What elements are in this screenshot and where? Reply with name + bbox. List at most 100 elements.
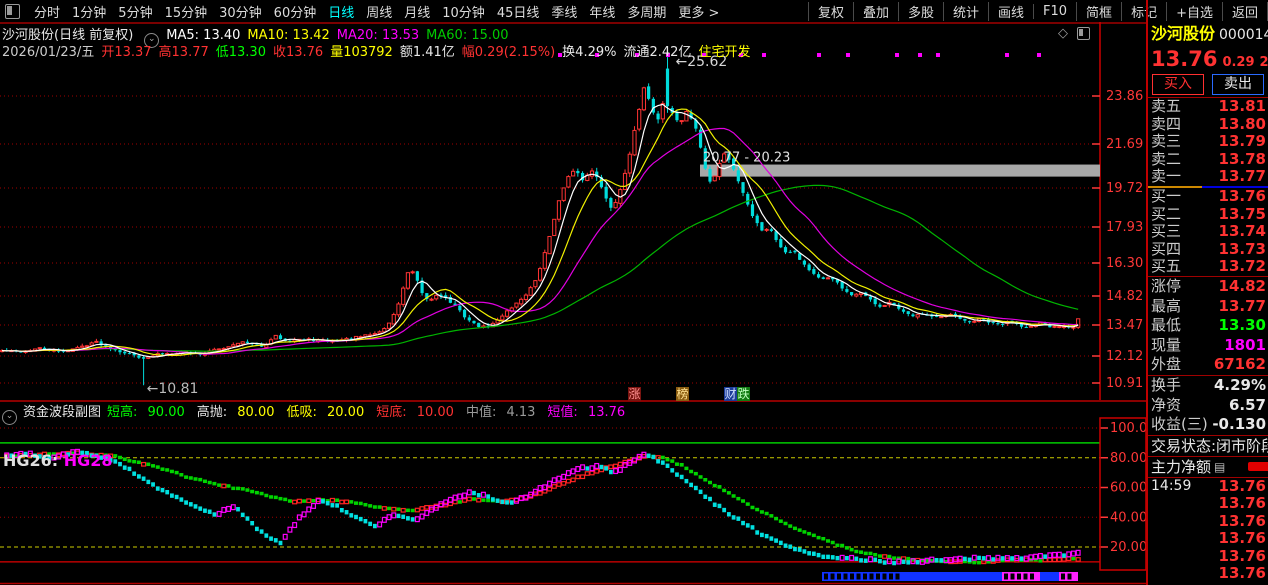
split-view-icon[interactable] [1077, 27, 1090, 40]
toolbar-item[interactable]: +自选 [1166, 2, 1222, 21]
ohlc-segment: 换4.29% [562, 45, 616, 60]
period-tab[interactable]: 10分钟 [436, 2, 491, 21]
svg-text:40.00: 40.00 [1110, 510, 1147, 525]
quote-row[interactable]: 卖五13.81 [1148, 98, 1268, 116]
period-tab[interactable]: 月线 [398, 2, 436, 21]
toolbar-item[interactable]: 简框 [1076, 2, 1121, 21]
list-icon[interactable]: ▤ [1214, 457, 1225, 477]
sub-param: 低吸: 20.00 [286, 405, 370, 420]
chart-corner-icons: ◇ [1058, 26, 1090, 41]
period-tab[interactable]: 多周期 [621, 2, 672, 21]
toolbar-item[interactable]: F10 [1033, 4, 1076, 19]
toolbar-item[interactable]: 统计 [943, 2, 988, 21]
sub-chart-header: ⌄资金波段副图短高: 90.00高抛: 80.00低吸: 20.00短底: 10… [2, 401, 643, 417]
period-tab[interactable]: 60分钟 [268, 2, 323, 21]
window-layout-icon[interactable] [5, 4, 20, 19]
toolbar-item[interactable]: 标记 [1121, 2, 1166, 21]
chart-badge[interactable]: 涨 [628, 387, 641, 401]
main-candlestick-chart[interactable]: 23.8621.6919.7217.9316.3014.8213.4712.12… [0, 22, 1148, 402]
svg-text:13.47: 13.47 [1106, 318, 1143, 333]
svg-text:12.12: 12.12 [1106, 349, 1143, 364]
period-tab[interactable]: 1分钟 [66, 2, 112, 21]
quote-row[interactable]: 买三13.74 [1148, 223, 1268, 241]
period-tab[interactable]: 更多 > [672, 2, 725, 21]
last-price: 13.76 [1151, 47, 1217, 71]
sub-chart-title: 资金波段副图 [23, 405, 101, 420]
top-toolbar: 分时1分钟5分钟15分钟30分钟60分钟日线周线月线10分钟45日线季线年线多周… [0, 0, 1268, 24]
svg-text:HG26: HG28: HG26: HG28 [3, 451, 113, 470]
svg-text:60.00: 60.00 [1110, 481, 1147, 496]
period-tab[interactable]: 分时 [28, 2, 66, 21]
transaction-row: 13.76 [1148, 495, 1268, 513]
diamond-icon[interactable]: ◇ [1058, 26, 1068, 41]
quote-row[interactable]: 买一13.76 [1148, 188, 1268, 206]
indicator-info-bar: 沙河股份(日线 前复权)⌄MA5: 13.40MA10: 13.42MA20: … [2, 24, 523, 40]
ohlc-segment: 开13.37 [101, 45, 151, 60]
svg-text:21.69: 21.69 [1106, 137, 1143, 152]
transaction-row: 13.76 [1148, 513, 1268, 531]
quote-row[interactable]: 买五13.72 [1148, 258, 1268, 276]
toolbar-item[interactable]: 返回 [1222, 2, 1268, 21]
trading-terminal: 分时1分钟5分钟15分钟30分钟60分钟日线周线月线10分钟45日线季线年线多周… [0, 0, 1268, 585]
quote-row[interactable]: 买二13.75 [1148, 206, 1268, 224]
stock-name-row: 沙河股份000014 [1148, 22, 1268, 46]
svg-text:100.0: 100.0 [1110, 421, 1147, 436]
chart-badge[interactable]: 跌 [737, 387, 750, 401]
quote-row[interactable]: 买四13.73 [1148, 241, 1268, 259]
ohlc-segment: 高13.77 [159, 45, 209, 60]
indicator-sub-chart[interactable]: 100.080.0060.0040.0020.00HG26: HG28 [0, 402, 1148, 585]
ohlc-segment: 流通2.42亿 [623, 45, 691, 60]
toolbar-item[interactable]: 叠加 [853, 2, 898, 21]
svg-text:←10.81: ←10.81 [147, 381, 199, 397]
ask-levels: 卖五13.81卖四13.80卖三13.79卖二13.78卖一13.77 [1148, 98, 1268, 186]
toolbar-item[interactable]: 画线 [988, 2, 1033, 21]
period-tabs: 分时1分钟5分钟15分钟30分钟60分钟日线周线月线10分钟45日线季线年线多周… [0, 2, 725, 21]
stock-code: 000014 [1219, 27, 1268, 43]
chevron-down-icon[interactable]: ⌄ [2, 410, 17, 425]
period-tab[interactable]: 日线 [322, 2, 360, 21]
quote-row: 换手4.29% [1148, 376, 1268, 396]
transaction-row: 13.76 [1148, 548, 1268, 566]
ohlc-segment: 低13.30 [216, 45, 266, 60]
stats-section: 涨停14.82最高13.77最低13.30现量1801外盘67162 [1148, 277, 1268, 375]
transaction-row: 13.76 [1148, 565, 1268, 583]
quote-row: 最高13.77 [1148, 297, 1268, 317]
bid-levels: 买一13.76买二13.75买三13.74买四13.73买五13.72 [1148, 188, 1268, 276]
quote-row[interactable]: 卖二13.78 [1148, 151, 1268, 169]
quote-row[interactable]: 卖四13.80 [1148, 116, 1268, 134]
main-force-label: 主力净额 [1151, 457, 1211, 477]
svg-text:19.72: 19.72 [1106, 181, 1143, 196]
toolbar-item[interactable]: 多股 [898, 2, 943, 21]
period-tab[interactable]: 年线 [583, 2, 621, 21]
sell-button[interactable]: 卖出 [1212, 74, 1264, 95]
stats2-section: 换手4.29%净资6.57收益(三)-0.130 [1148, 376, 1268, 435]
sub-param: 中值: 4.13 [466, 405, 541, 420]
svg-text:80.00: 80.00 [1110, 451, 1147, 466]
ohlc-segment: 量103792 [330, 45, 393, 60]
period-tab[interactable]: 15分钟 [159, 2, 214, 21]
sub-param: 短值: 13.76 [547, 405, 631, 420]
quote-row: 涨停14.82 [1148, 277, 1268, 297]
sub-chart-params: 短高: 90.00高抛: 80.00低吸: 20.00短底: 10.00中值: … [107, 405, 637, 420]
chart-badge[interactable]: 财 [724, 387, 737, 401]
quote-row[interactable]: 卖一13.77 [1148, 168, 1268, 186]
chart-badge[interactable]: 榜 [676, 387, 689, 401]
toolbar-item[interactable]: 复权 [808, 2, 853, 21]
trade-status: 交易状态:闭市阶段 [1148, 436, 1268, 456]
quote-row[interactable]: 卖三13.79 [1148, 133, 1268, 151]
period-tab[interactable]: 5分钟 [112, 2, 158, 21]
ohlc-segment: 额1.41亿 [400, 45, 455, 60]
svg-text:23.86: 23.86 [1106, 89, 1143, 104]
buy-button[interactable]: 买入 [1152, 74, 1204, 95]
svg-text:17.93: 17.93 [1106, 220, 1143, 235]
period-tab[interactable]: 季线 [545, 2, 583, 21]
svg-text:16.30: 16.30 [1106, 256, 1143, 271]
sub-param: 高抛: 80.00 [197, 405, 281, 420]
period-tab[interactable]: 45日线 [491, 2, 546, 21]
ohlc-segment: 收13.76 [273, 45, 323, 60]
price-row: 13.760.292.15% [1148, 46, 1268, 72]
ohlc-segment: 幅0.29(2.15%) [462, 45, 555, 60]
period-tab[interactable]: 周线 [360, 2, 398, 21]
period-tab[interactable]: 30分钟 [213, 2, 268, 21]
sub-param: 短底: 10.00 [376, 405, 460, 420]
